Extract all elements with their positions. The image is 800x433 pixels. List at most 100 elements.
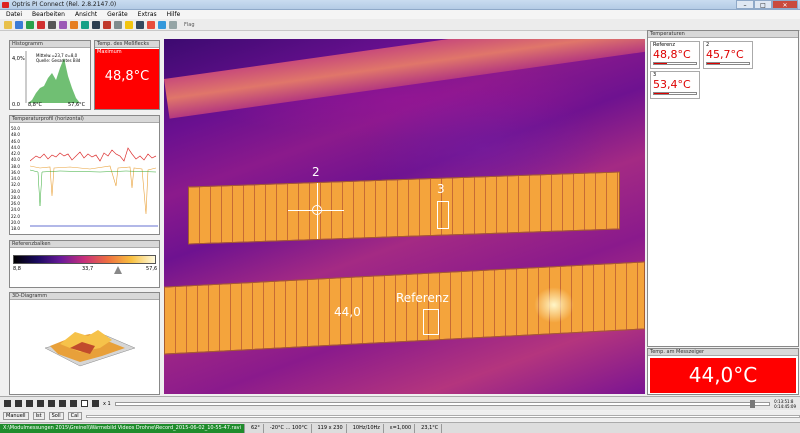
reference-rect[interactable]: [423, 309, 439, 335]
play-icon[interactable]: [26, 20, 34, 29]
menu-bearbeiten[interactable]: Bearbeiten: [32, 10, 65, 19]
menu-extras[interactable]: Extras: [138, 10, 157, 19]
app-icon: [2, 2, 9, 8]
minimize-button[interactable]: –: [736, 0, 754, 9]
profile-y-tick: 40.0: [11, 157, 20, 163]
menu-bar: Datei Bearbeiten Ansicht Geräte Extras H…: [0, 10, 800, 19]
temp-item-referenz[interactable]: Referenz 48,8°C: [650, 41, 700, 69]
histogram-x-left: 8,8°C: [28, 102, 42, 108]
mode-select[interactable]: Manuell: [3, 412, 29, 420]
diagram3d-title: 3D-Diagramm: [10, 293, 159, 300]
profile-icon[interactable]: [169, 20, 177, 29]
rewind-icon[interactable]: [26, 400, 33, 407]
profile-y-tick: 38.0: [11, 163, 20, 169]
snapshot-icon[interactable]: [70, 20, 78, 29]
spot3-rect[interactable]: [437, 201, 449, 229]
temp-item-2[interactable]: 2 45,7°C: [703, 41, 753, 69]
temperatures-title: Temperaturen: [648, 31, 798, 38]
skip-end-icon[interactable]: [70, 400, 77, 407]
profile-y-tick: 18.0: [11, 226, 20, 231]
temp-item-3[interactable]: 3 53,4°C: [650, 71, 700, 99]
stop-icon[interactable]: [48, 20, 56, 29]
temperatures-panel: Temperaturen Referenz 48,8°C 2 45,7°C 3 …: [647, 30, 799, 347]
flag-icon[interactable]: [103, 20, 111, 29]
profile-y-tick: 26.0: [11, 201, 20, 206]
measure-icon[interactable]: [136, 20, 144, 29]
playback-time-b: 0:14:45:09: [774, 403, 796, 409]
thermal-road: [164, 39, 645, 119]
profile-y-tick: 36.0: [11, 169, 20, 175]
max-temp-label: Maximum: [97, 49, 122, 55]
refbar-mid: 33,7: [82, 266, 94, 272]
menu-datei[interactable]: Datei: [6, 10, 22, 19]
measure-panel: Temp. am Messzeiger 44,0°C: [647, 348, 799, 395]
title-bar: Optris PI Connect (Rel. 2.8.2147.0) – □ …: [0, 0, 800, 10]
coldspot-icon[interactable]: [158, 20, 166, 29]
menu-hilfe[interactable]: Hilfe: [167, 10, 181, 19]
thermal-image[interactable]: 2 3 44,0 Referenz: [164, 39, 645, 394]
refbar-pointer-icon[interactable]: [114, 266, 122, 274]
play-icon[interactable]: [48, 400, 55, 407]
max-temp-display: Maximum 48,8°C: [95, 49, 159, 109]
flag-label: Flag: [184, 21, 195, 28]
refbar-max: 57,6: [146, 266, 158, 272]
max-temp-value: 48,8°C: [104, 69, 150, 84]
profile-title: Temperaturprofil (horizontal): [10, 116, 159, 123]
max-temp-panel: Temp. des Meßflecks Maximum 48,8°C: [94, 40, 160, 110]
step-forward-icon[interactable]: [59, 400, 66, 407]
spot-value-label: 44,0: [334, 305, 361, 319]
profile-y-tick: 30.0: [11, 188, 20, 194]
grid-icon[interactable]: [92, 20, 100, 29]
profile-panel: Temperaturprofil (horizontal) 50.0 48.0 46…: [9, 115, 160, 235]
profile-y-tick: 44.0: [11, 144, 20, 150]
profile-y-tick: 24.0: [11, 207, 20, 213]
play-back-icon[interactable]: [37, 400, 44, 407]
profile-y-tick: 48.0: [11, 132, 20, 138]
temp-item-value: 53,4°C: [653, 78, 691, 91]
profile-y-tick: 32.0: [11, 182, 20, 188]
refbar-panel: Referenzbalken 8,8 33,7 57,6: [9, 240, 160, 288]
step-back-icon[interactable]: [15, 400, 22, 407]
manual-scroll[interactable]: [85, 414, 800, 418]
close-button[interactable]: ✕: [772, 0, 798, 9]
playback-thumb[interactable]: [750, 399, 756, 408]
status-ambient: 23,1°C: [418, 423, 443, 433]
status-resolution: 119 x 230: [315, 423, 347, 433]
record-icon[interactable]: [37, 20, 45, 29]
window-title: Optris PI Connect (Rel. 2.8.2147.0): [12, 1, 117, 8]
save-icon[interactable]: [15, 20, 23, 29]
diagram3d-panel: 3D-Diagramm: [9, 292, 160, 395]
open-icon[interactable]: [4, 20, 12, 29]
spot2-label: 2: [312, 165, 320, 179]
layout-icon[interactable]: [81, 20, 89, 29]
hotspot-glow: [534, 287, 574, 323]
cal-button[interactable]: Cal: [67, 412, 82, 420]
histogram-info2: Quelle: Gesamtes Bild: [36, 58, 81, 63]
settings-icon[interactable]: [114, 20, 122, 29]
profile-y-tick: 22.0: [11, 213, 20, 219]
diagram3d-chart: [44, 330, 136, 367]
histogram-title: Histogramm: [10, 41, 90, 48]
status-emissivity: ε=1,000: [387, 423, 416, 433]
playback-bar: x 1 0:13:51:8 0:14:45:09: [0, 396, 800, 410]
profile-y-axis: 50.0 48.0 46.0 44.0 42.0 40.0 38.0 36.0 34.0 32.0…: [11, 126, 29, 231]
solar-panel-row-upper: [188, 171, 620, 245]
playback-speed: x 1: [103, 400, 111, 407]
ist-button[interactable]: Ist: [32, 412, 45, 420]
status-range: -20°C ... 100°C: [267, 423, 312, 433]
record-icon[interactable]: [92, 400, 99, 407]
zoom-icon[interactable]: [125, 20, 133, 29]
playback-slider[interactable]: [114, 399, 771, 408]
pause-icon[interactable]: [81, 400, 88, 407]
refbar-title: Referenzbalken: [10, 241, 159, 248]
soll-button[interactable]: Soll: [48, 412, 64, 420]
spot2-marker[interactable]: [312, 205, 322, 215]
histogram-y-bottom: 0.0: [12, 102, 20, 108]
hotspot-icon[interactable]: [147, 20, 155, 29]
maximize-button[interactable]: □: [754, 0, 772, 9]
menu-ansicht[interactable]: Ansicht: [75, 10, 97, 19]
palette-icon[interactable]: [59, 20, 67, 29]
temp-item-bar: [706, 62, 750, 65]
menu-geraete[interactable]: Geräte: [107, 10, 128, 19]
skip-start-icon[interactable]: [4, 400, 11, 407]
